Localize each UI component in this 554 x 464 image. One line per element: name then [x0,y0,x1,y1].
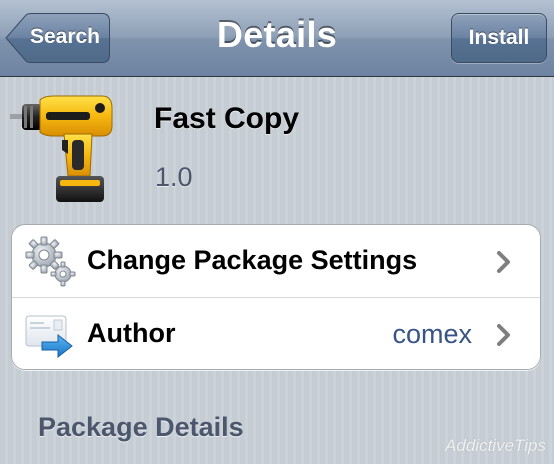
package-options-group: Change Package Settings Author comex [11,224,541,370]
row-label-author: Author [87,318,176,348]
package-name: Fast Copy [154,102,300,135]
drill-icon [10,95,113,202]
author-row[interactable]: Author comex [12,298,540,369]
chevron-right-icon [497,324,510,346]
watermark: AddictiveTips [445,436,546,455]
change-package-settings-row[interactable]: Change Package Settings [12,225,540,298]
gears-icon [25,236,76,287]
install-button[interactable]: Install [451,13,547,63]
author-value: comex [392,319,472,349]
chevron-right-icon [497,251,510,273]
author-card-icon [25,315,73,359]
row-label-change-package-settings: Change Package Settings [87,245,418,275]
navigation-bar: Search Details Install [0,0,554,77]
package-version: 1.0 [155,162,193,192]
package-details-section-header: Package Details [38,412,244,442]
